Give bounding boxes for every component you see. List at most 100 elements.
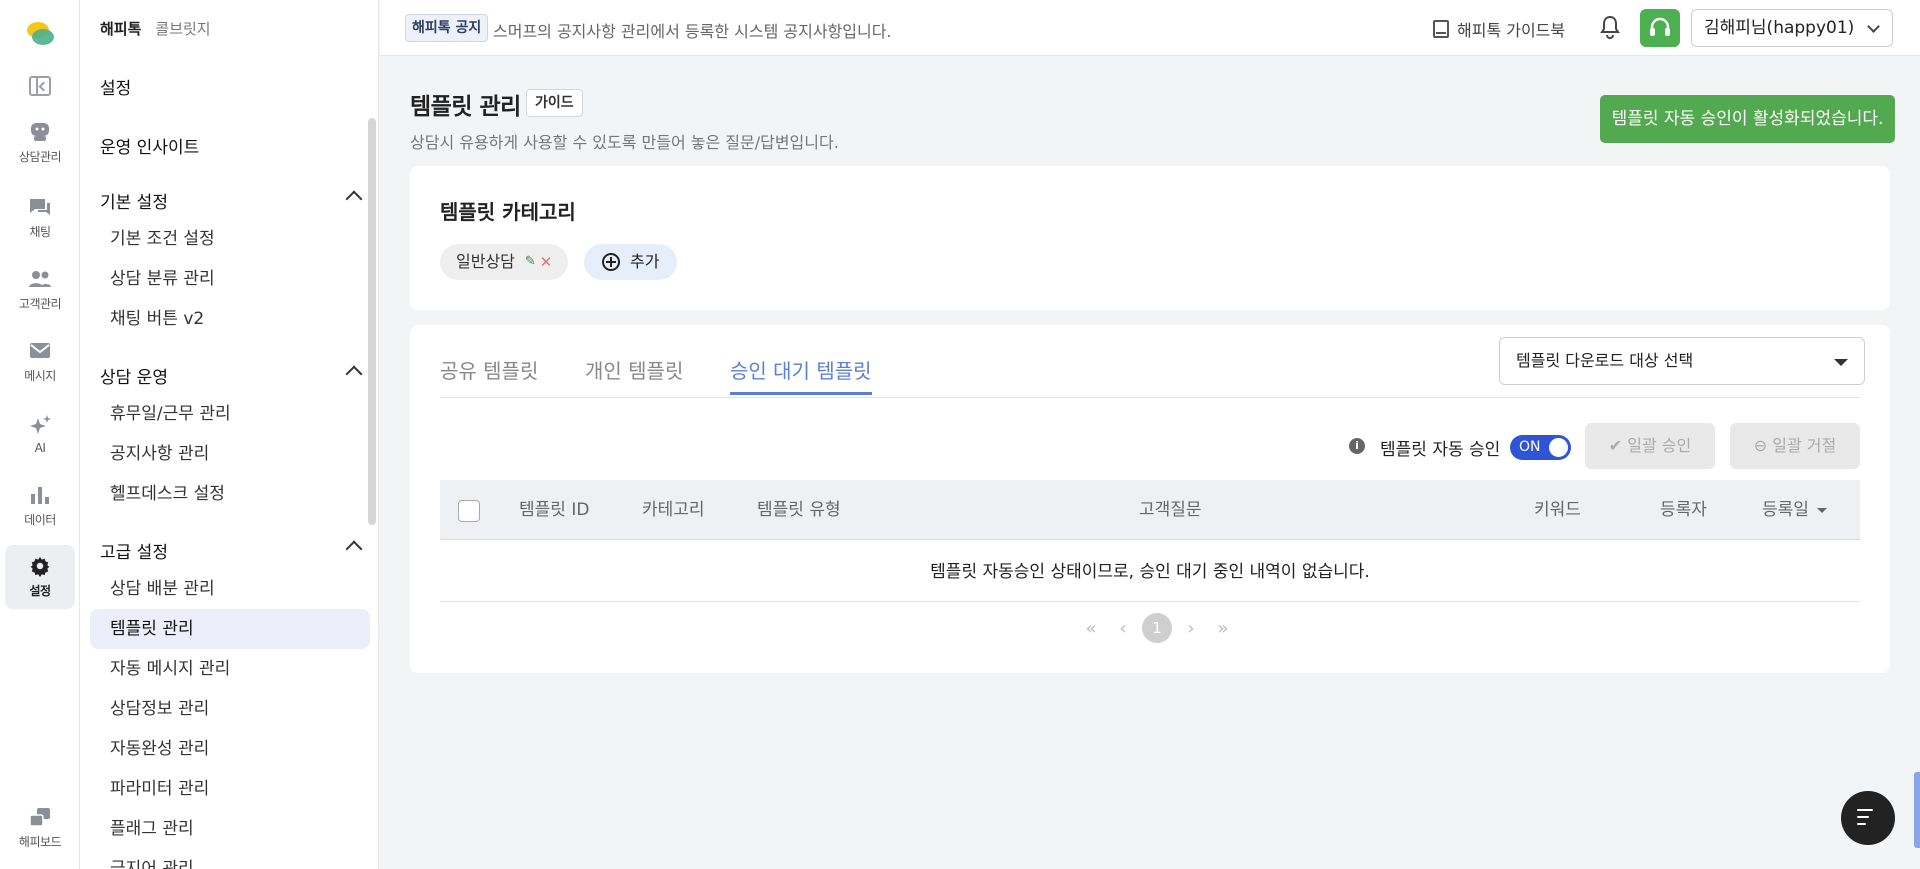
rail-item-happyboard[interactable]: 해피보드 bbox=[5, 796, 75, 860]
board-icon bbox=[29, 808, 50, 827]
current-page[interactable]: 1 bbox=[1142, 613, 1172, 643]
menu-line bbox=[1857, 809, 1873, 811]
category-heading: 템플릿 카테고리 bbox=[440, 200, 576, 224]
close-icon[interactable]: ✕ bbox=[540, 244, 553, 280]
column-template-id[interactable]: 템플릿 ID bbox=[519, 480, 589, 540]
rail-item-ai[interactable]: AI bbox=[5, 402, 75, 466]
column-category[interactable]: 카테고리 bbox=[642, 480, 705, 540]
rail-label: 해피보드 bbox=[18, 835, 62, 849]
sidebar-item-consult-info[interactable]: 상담정보 관리 bbox=[90, 689, 370, 729]
rail-item-message[interactable]: 메시지 bbox=[5, 330, 75, 394]
category-card: 템플릿 카테고리 일반상담 ✎ ✕ 추가 bbox=[410, 166, 1890, 310]
sidebar-group-label: 상담 운영 bbox=[100, 368, 168, 388]
rail-label: 고객관리 bbox=[18, 297, 62, 311]
table-header: 템플릿 ID 카테고리 템플릿 유형 고객질문 키워드 등록자 등록일 bbox=[440, 480, 1860, 540]
sidebar-item-templates[interactable]: 템플릿 관리 bbox=[90, 609, 370, 649]
bulk-reject-label: 일괄 거절 bbox=[1772, 436, 1837, 455]
info-icon[interactable]: i bbox=[1349, 438, 1365, 454]
bell-icon[interactable] bbox=[1599, 15, 1621, 39]
sidebar-item-autocomplete[interactable]: 자동완성 관리 bbox=[90, 729, 370, 769]
sidebar-item-flags[interactable]: 플래그 관리 bbox=[90, 809, 370, 849]
add-category-button[interactable]: 추가 bbox=[584, 244, 678, 280]
sidebar-item-chat-button[interactable]: 채팅 버튼 v2 bbox=[90, 299, 370, 339]
menu-line bbox=[1857, 816, 1869, 818]
sidebar-group-basic[interactable]: 기본 설정 bbox=[100, 188, 363, 213]
chevron-down-icon bbox=[1867, 20, 1880, 33]
sidebar-item-auto-message[interactable]: 자동 메시지 관리 bbox=[90, 649, 370, 689]
sidebar-item-consult-category[interactable]: 상담 분류 관리 bbox=[90, 259, 370, 299]
sidebar-group-label: 기본 설정 bbox=[100, 193, 168, 213]
first-page-icon[interactable]: « bbox=[1075, 618, 1107, 639]
category-chip-label: 일반상담 bbox=[456, 252, 515, 271]
check-icon: ✔ bbox=[1608, 436, 1623, 455]
guide-button[interactable]: 가이드 bbox=[526, 89, 583, 117]
column-customer-question[interactable]: 고객질문 bbox=[1139, 480, 1202, 540]
sidebar-item-holiday[interactable]: 휴무일/근무 관리 bbox=[90, 394, 370, 434]
sidebar-group-advanced[interactable]: 고급 설정 bbox=[100, 538, 363, 563]
sidebar-tab-happytalk[interactable]: 해피톡 bbox=[100, 20, 141, 38]
column-template-type[interactable]: 템플릿 유형 bbox=[757, 480, 841, 540]
column-registrant[interactable]: 등록자 bbox=[1660, 480, 1707, 540]
plus-circle-icon bbox=[602, 253, 620, 271]
page-description: 상담시 유용하게 사용할 수 있도록 만들어 놓은 질문/답변입니다. bbox=[410, 133, 839, 152]
sidebar-item-basic-conditions[interactable]: 기본 조건 설정 bbox=[90, 219, 370, 259]
rail-label: 채팅 bbox=[29, 225, 51, 239]
sidebar-group-operation[interactable]: 상담 운영 bbox=[100, 363, 363, 388]
chevron-up-icon bbox=[345, 190, 363, 208]
tab-pending-templates[interactable]: 승인 대기 템플릿 bbox=[730, 355, 872, 395]
pencil-icon[interactable]: ✎ bbox=[525, 244, 536, 280]
column-registered-date[interactable]: 등록일 bbox=[1762, 480, 1827, 540]
rail-item-consult[interactable]: 상담관리 bbox=[5, 111, 75, 175]
sidebar-item-forbidden-words[interactable]: 금지어 관리 bbox=[90, 849, 370, 869]
top-bar: 해피톡 공지 스머프의 공지사항 관리에서 등록한 시스템 공지사항입니다. 해… bbox=[380, 0, 1920, 56]
sort-down-icon[interactable] bbox=[1816, 507, 1827, 513]
sidebar-item-distribution[interactable]: 상담 배분 관리 bbox=[90, 569, 370, 609]
category-chip[interactable]: 일반상담 ✎ ✕ bbox=[440, 244, 569, 280]
users-icon bbox=[29, 271, 51, 287]
settings-sidebar: 해피톡 콜브릿지 설정 운영 인사이트 기본 설정 기본 조건 설정 상담 분류 … bbox=[80, 0, 379, 869]
rail-item-customers[interactable]: 고객관리 bbox=[5, 258, 75, 322]
auto-approve-toggle[interactable]: ON bbox=[1510, 435, 1571, 460]
tab-shared-templates[interactable]: 공유 템플릿 bbox=[440, 355, 538, 395]
sidebar-item-insight[interactable]: 운영 인사이트 bbox=[100, 133, 199, 158]
minus-circle-icon: ⊖ bbox=[1753, 436, 1768, 455]
menu-line bbox=[1857, 823, 1866, 825]
download-target-select[interactable]: 템플릿 다운로드 대상 선택 bbox=[1499, 337, 1865, 385]
prev-page-icon[interactable]: ‹ bbox=[1107, 618, 1139, 639]
notice-badge: 해피톡 공지 bbox=[405, 14, 489, 42]
column-keyword[interactable]: 키워드 bbox=[1534, 480, 1581, 540]
side-panel-handle[interactable] bbox=[1914, 772, 1920, 848]
notice-text[interactable]: 스머프의 공지사항 관리에서 등록한 시스템 공지사항입니다. bbox=[493, 18, 892, 42]
rail-item-data[interactable]: 데이터 bbox=[5, 474, 75, 538]
user-menu-select[interactable]: 김해피님(happy01) bbox=[1691, 9, 1893, 47]
sidebar-item-parameters[interactable]: 파라미터 관리 bbox=[90, 769, 370, 809]
headset-button[interactable] bbox=[1640, 9, 1680, 47]
rail-item-settings[interactable]: 설정 bbox=[5, 545, 75, 609]
add-category-label: 추가 bbox=[630, 252, 660, 271]
book-icon bbox=[1433, 20, 1449, 38]
download-target-label: 템플릿 다운로드 대상 선택 bbox=[1516, 351, 1694, 370]
bulk-reject-button[interactable]: ⊖ 일괄 거절 bbox=[1730, 423, 1860, 469]
guidebook-link[interactable]: 해피톡 가이드북 bbox=[1433, 17, 1565, 41]
sidebar-item-notice[interactable]: 공지사항 관리 bbox=[90, 434, 370, 474]
column-registered-date-label: 등록일 bbox=[1762, 500, 1809, 520]
rail-item-chat[interactable]: 채팅 bbox=[5, 186, 75, 250]
user-name: 김해피님(happy01) bbox=[1704, 18, 1855, 38]
select-all-checkbox[interactable] bbox=[458, 500, 480, 522]
headset-icon bbox=[1650, 17, 1670, 36]
sidebar-item-helpdesk[interactable]: 헬프데스크 설정 bbox=[90, 474, 370, 514]
collapse-sidebar-icon[interactable] bbox=[29, 76, 51, 96]
happytalk-logo-icon[interactable] bbox=[24, 18, 56, 50]
next-page-icon[interactable]: › bbox=[1175, 618, 1207, 639]
bulk-approve-button[interactable]: ✔ 일괄 승인 bbox=[1585, 423, 1715, 469]
icon-rail: 상담관리 채팅 고객관리 메시지 AI 데이터 설정 해피보드 bbox=[0, 0, 80, 869]
sidebar-tab-callbridge[interactable]: 콜브릿지 bbox=[155, 20, 210, 38]
floating-menu-button[interactable] bbox=[1841, 791, 1895, 845]
empty-message: 템플릿 자동승인 상태이므로, 승인 대기 중인 내역이 없습니다. bbox=[440, 541, 1860, 602]
bulk-approve-label: 일괄 승인 bbox=[1627, 436, 1692, 455]
pagination: « ‹ 1 › » bbox=[1075, 613, 1239, 643]
bar-chart-icon bbox=[31, 487, 49, 504]
tab-personal-templates[interactable]: 개인 템플릿 bbox=[585, 355, 683, 395]
last-page-icon[interactable]: » bbox=[1207, 618, 1239, 639]
sparkle-icon bbox=[30, 414, 51, 434]
